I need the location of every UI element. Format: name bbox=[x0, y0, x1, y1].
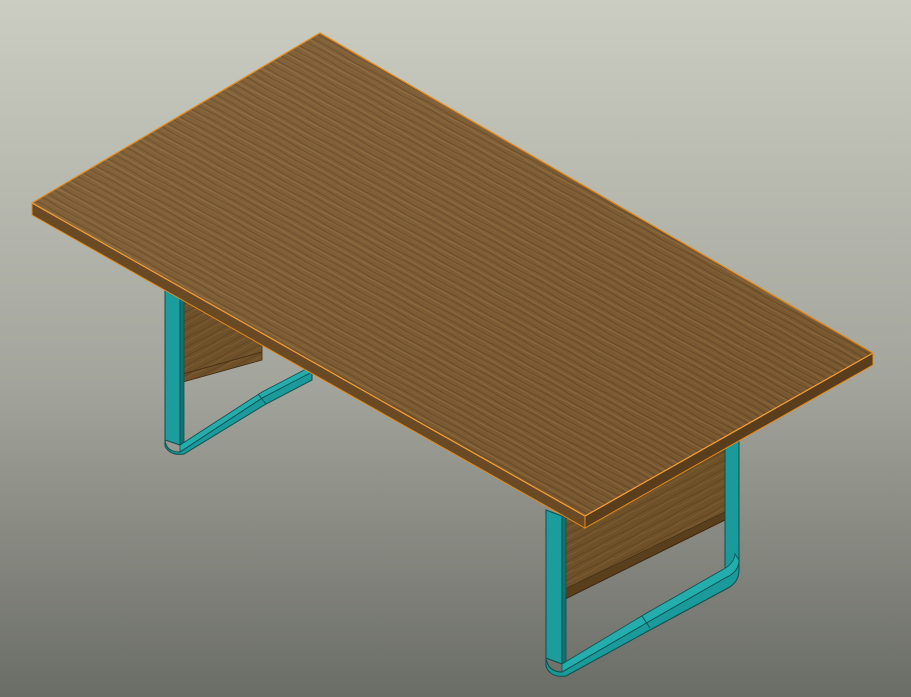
model-canvas[interactable] bbox=[0, 0, 911, 697]
right-leg-rear-post bbox=[724, 439, 740, 576]
cad-viewport[interactable] bbox=[0, 0, 911, 697]
right-leg-front-post bbox=[545, 509, 563, 665]
left-leg-post bbox=[164, 289, 181, 446]
